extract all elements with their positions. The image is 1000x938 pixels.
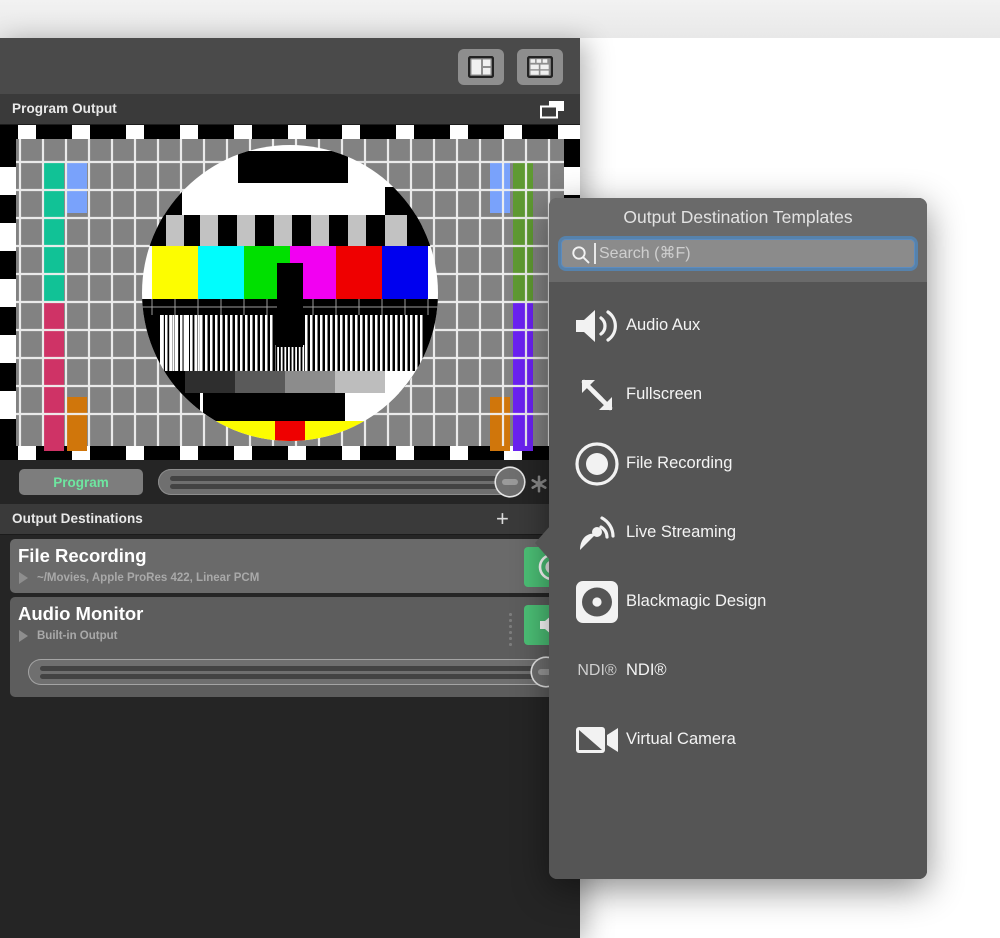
popup-header: Output Destination Templates Search (⌘F) (549, 198, 927, 282)
program-output-header: Program Output (0, 94, 580, 125)
speaker-waves-icon (571, 300, 623, 352)
fader-track-lower (170, 484, 508, 489)
layout-split-view-button[interactable] (458, 49, 504, 85)
output-destination-templates-popup: Output Destination Templates Search (⌘F) (535, 198, 927, 879)
fullscreen-arrows-icon (571, 369, 623, 421)
ndi-wordmark-icon: NDI® (577, 662, 617, 679)
fader-track-upper (170, 476, 508, 481)
output-destinations-title: Output Destinations (12, 511, 143, 526)
search-input[interactable]: Search (⌘F) (561, 239, 915, 268)
destination-subtitle: ~/Movies, Apple ProRes 422, Linear PCM (37, 572, 260, 584)
window-toolbar (0, 38, 580, 95)
virtual-camera-icon (571, 714, 623, 766)
blackmagic-disc-icon (571, 576, 623, 628)
record-circle-icon (571, 438, 623, 490)
app-window: Program Output Program Output Destinatio… (0, 38, 580, 938)
program-fader[interactable] (158, 468, 524, 496)
volume-track-upper (40, 666, 544, 671)
volume-slider[interactable] (28, 658, 560, 686)
program-control-bar: Program (0, 460, 580, 504)
template-item-ndi[interactable]: NDI® NDI® (549, 637, 927, 706)
screen: Program Output Program Output Destinatio… (0, 0, 1000, 938)
list-item[interactable]: File Recording ~/Movies, Apple ProRes 42… (10, 539, 570, 593)
program-button[interactable]: Program (19, 469, 143, 495)
text-cursor (594, 243, 596, 264)
template-label: Audio Aux (626, 316, 701, 334)
template-item-blackmagic-design[interactable]: Blackmagic Design (549, 568, 927, 637)
expand-caret-icon[interactable] (19, 630, 28, 642)
output-destinations-list: File Recording ~/Movies, Apple ProRes 42… (0, 535, 580, 815)
destination-name: File Recording (18, 545, 147, 566)
template-label: Fullscreen (626, 385, 703, 403)
template-label: NDI® (626, 661, 667, 679)
volume-track-lower (40, 674, 544, 679)
satellite-broadcast-icon (571, 507, 623, 559)
desktop-backdrop-top (0, 0, 1000, 38)
destination-subtitle: Built-in Output (37, 630, 118, 642)
templates-list: Audio Aux Fullscreen File Recording Live… (549, 282, 927, 879)
template-item-virtual-camera[interactable]: Virtual Camera (549, 706, 927, 775)
gear-icon[interactable] (530, 475, 548, 493)
expand-caret-icon[interactable] (19, 572, 28, 584)
search-placeholder: Search (⌘F) (599, 245, 691, 262)
template-label: File Recording (626, 454, 733, 472)
layout-grid-icon (527, 56, 553, 78)
popup-pointer (535, 526, 550, 560)
list-item[interactable]: Audio Monitor Built-in Output (10, 597, 570, 697)
fader-knob[interactable] (496, 468, 524, 496)
layout-grid-view-button[interactable] (517, 49, 563, 85)
popout-window-icon[interactable] (540, 101, 566, 119)
template-item-file-recording[interactable]: File Recording (549, 430, 927, 499)
template-item-audio-aux[interactable]: Audio Aux (549, 292, 927, 361)
popup-title: Output Destination Templates (623, 207, 853, 227)
add-destination-button[interactable]: + (496, 507, 509, 531)
template-label: Blackmagic Design (626, 592, 767, 610)
template-label: Virtual Camera (626, 730, 736, 748)
destination-name: Audio Monitor (18, 603, 144, 624)
search-icon (572, 246, 590, 264)
template-item-fullscreen[interactable]: Fullscreen (549, 361, 927, 430)
output-destinations-header: Output Destinations + (0, 504, 580, 535)
layout-split-icon (468, 56, 494, 78)
program-output-preview[interactable] (0, 125, 580, 460)
template-item-live-streaming[interactable]: Live Streaming (549, 499, 927, 568)
drag-handle[interactable] (509, 613, 512, 646)
tv-test-pattern-image (0, 125, 580, 460)
template-label: Live Streaming (626, 523, 737, 541)
page-title: Program Output (12, 101, 117, 116)
